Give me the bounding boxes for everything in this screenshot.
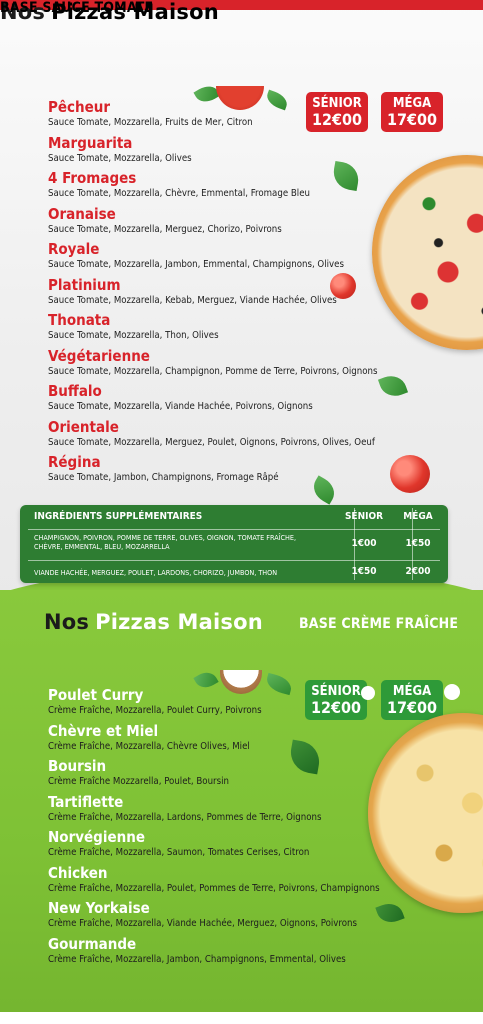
pizza-ingredients: Sauce Tomate, Mozzarella, Merguez, Chori… [48, 223, 282, 235]
pizza-ingredients: Sauce Tomate, Mozzarella, Thon, Olives [48, 330, 219, 341]
pizza-name: 4 Fromages [48, 169, 137, 187]
pizza-ingredients: Sauce Tomate, Mozzarella, Kebab, Merguez… [48, 294, 337, 306]
extras-row-line: VIANDE HACHÉE, MERGUEZ, POULET, LARDONS,… [34, 568, 278, 577]
pizza-name: New Yorkaise [48, 899, 150, 917]
pizza-name: Oranaise [48, 204, 116, 223]
tomato-icon [390, 455, 430, 493]
pizza-ingredients: Sauce Tomate, Jambon, Champignons, Froma… [48, 472, 279, 483]
extras-header-row: INGRÉDIENTS SUPPLÉMENTAIRES SÉNIOR MÉGA [20, 505, 448, 527]
extras-col-senior: SÉNIOR [344, 511, 384, 522]
extras-row: CHAMPIGNON, POIVRON, POMME DE TERRE, OLI… [20, 530, 448, 560]
extra-ingredients-table: INGRÉDIENTS SUPPLÉMENTAIRES SÉNIOR MÉGA … [20, 505, 448, 583]
tomato-base-label: BASE SAUCE TOMATE [0, 0, 154, 16]
pizza-ingredients: Crème Fraîche, Mozzarella, Saumon, Tomat… [48, 847, 310, 858]
list-item: Orientale Sauce Tomate, Mozzarella, Mergu… [48, 418, 377, 454]
pizza-name: Chicken [48, 863, 108, 882]
extras-row-line: CHAMPIGNON, POIVRON, POMME DE TERRE, OLI… [34, 533, 297, 542]
extras-row-line: CHÈVRE, EMMENTAL, BLEU, MOZARRELLA [34, 542, 170, 551]
list-item: 4 Fromages Sauce Tomate, Mozzarella, Chèv… [48, 169, 377, 205]
list-item: Boursin Crème Fraîche Mozzarella, Poulet,… [48, 757, 380, 793]
pizza-ingredients: Sauce Tomate, Mozzarella, Fruits de Mer,… [48, 117, 253, 128]
extras-mega-price: 2€00 [405, 566, 431, 577]
pizza-ingredients: Crème Fraîche, Mozzarella, Viande Hachée… [48, 918, 357, 929]
mega-price-badge: MÉGA 17€00 [381, 92, 443, 132]
list-item: Oranaise Sauce Tomate, Mozzarella, Mergue… [48, 205, 377, 241]
extras-col-mega: MÉGA [403, 511, 433, 522]
list-item: Buffalo Sauce Tomate, Mozzarella, Viande … [48, 382, 377, 418]
tomato-pizza-list: Pêcheur Sauce Tomate, Mozzarella, Fruits … [48, 98, 377, 489]
list-item: Poulet Curry Crème Fraîche, Mozzarella, P… [48, 686, 380, 722]
pizza-ingredients: Crème Fraîche, Mozzarella, Chèvre Olives… [48, 740, 250, 752]
pizza-name: Marguarita [48, 133, 133, 152]
mega-label: MÉGA [392, 684, 432, 699]
list-item: Végétarienne Sauce Tomate, Mozzarella, Ch… [48, 347, 377, 383]
pizza-ingredients: Sauce Tomate, Mozzarella, Chèvre, Emment… [48, 188, 310, 199]
menu-page: Nos Pizzas Maison BASE SAUCE TOMATE SÉNIO… [0, 0, 483, 1024]
pizza-ingredients: Crème Fraîche, Mozzarella, Poulet, Pomme… [48, 882, 380, 894]
title-word-nos: Nos [44, 610, 90, 634]
pizza-ingredients: Sauce Tomate, Mozzarella, Champignon, Po… [48, 365, 378, 377]
bottom-white-strip [0, 1012, 483, 1024]
pizza-name: Boursin [48, 757, 107, 775]
pizza-ingredients: Sauce Tomate, Mozzarella, Merguez, Poule… [48, 436, 375, 448]
list-item: Norvégienne Crème Fraîche, Mozzarella, Sa… [48, 828, 380, 864]
list-item: Chicken Crème Fraîche, Mozzarella, Poulet… [48, 864, 380, 900]
pizza-ingredients: Sauce Tomate, Mozzarella, Olives [48, 152, 192, 164]
mega-price: 17€00 [386, 110, 438, 129]
pizza-name: Buffalo [48, 382, 102, 400]
list-item: Gourmande Crème Fraîche, Mozzarella, Jamb… [48, 935, 380, 971]
list-item: Régina Sauce Tomate, Jambon, Champignons,… [48, 453, 377, 489]
list-item: Royale Sauce Tomate, Mozzarella, Jambon, … [48, 240, 377, 276]
pizza-name: Gourmande [48, 934, 137, 953]
extras-senior-price: 1€00 [351, 538, 377, 549]
cream-section-title: Nos Pizzas Maison [44, 610, 263, 634]
pizza-name: Pêcheur [48, 98, 111, 116]
mega-price-badge: MÉGA 17€00 [381, 680, 443, 720]
list-item: Thonata Sauce Tomate, Mozzarella, Thon, O… [48, 311, 377, 347]
pizza-name: Thonata [48, 311, 111, 329]
pizza-ingredients: Crème Fraîche, Mozzarella, Lardons, Pomm… [48, 811, 322, 823]
list-item: Pêcheur Sauce Tomate, Mozzarella, Fruits … [48, 98, 377, 134]
extras-mega-price: 1€50 [405, 538, 431, 549]
pizza-ingredients: Sauce Tomate, Mozzarella, Jambon, Emment… [48, 259, 344, 270]
mega-price: 17€00 [386, 698, 438, 717]
pizza-ingredients: Crème Fraîche, Mozzarella, Poulet Curry,… [48, 705, 262, 716]
pizza-name: Royale [48, 240, 100, 258]
mega-label: MÉGA [392, 96, 432, 111]
pizza-name: Régina [48, 453, 101, 471]
pizza-name: Norvégienne [48, 828, 145, 846]
pizza-ingredients: Sauce Tomate, Mozzarella, Viande Hachée,… [48, 401, 313, 412]
pizza-name: Platinium [48, 275, 121, 294]
extras-header: INGRÉDIENTS SUPPLÉMENTAIRES [34, 511, 203, 522]
title-word-pizzas: Pizzas Maison [95, 610, 263, 634]
list-item: New Yorkaise Crème Fraîche, Mozzarella, V… [48, 899, 380, 935]
extras-row: VIANDE HACHÉE, MERGUEZ, POULET, LARDONS,… [20, 561, 448, 583]
pizza-name: Orientale [48, 417, 119, 436]
pizza-ingredients: Crème Fraîche, Mozzarella, Jambon, Champ… [48, 953, 346, 965]
list-item: Chèvre et Miel Crème Fraîche, Mozzarella,… [48, 722, 380, 758]
list-item: Platinium Sauce Tomate, Mozzarella, Kebab… [48, 276, 377, 312]
pizza-name: Tartiflette [48, 792, 124, 811]
pizza-ingredients: Crème Fraîche Mozzarella, Poulet, Boursi… [48, 776, 229, 787]
cream-base-label: BASE CRÈME FRAÎCHE [299, 616, 459, 632]
pizza-name: Poulet Curry [48, 686, 144, 704]
pizza-name: Chèvre et Miel [48, 721, 159, 740]
list-item: Tartiflette Crème Fraîche, Mozzarella, La… [48, 793, 380, 829]
extras-senior-price: 1€50 [351, 566, 377, 577]
bubble-decoration [444, 684, 460, 700]
list-item: Marguarita Sauce Tomate, Mozzarella, Oliv… [48, 134, 377, 170]
cream-pizza-list: Poulet Curry Crème Fraîche, Mozzarella, P… [48, 686, 380, 970]
pizza-name: Végétarienne [48, 346, 150, 365]
